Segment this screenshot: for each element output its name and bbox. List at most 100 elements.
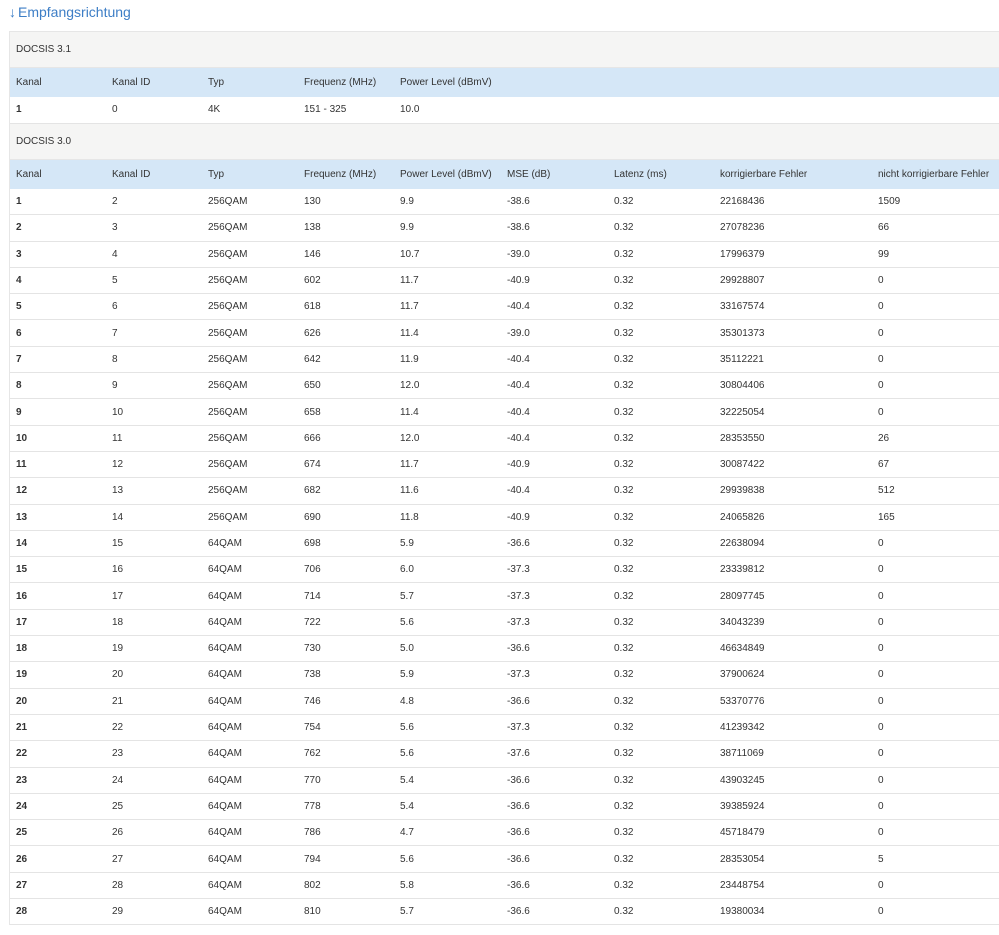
table-cell: 28 xyxy=(112,879,124,891)
table-row: 16 17 64QAM 714 5.7 -37.3 0.32 28097745 0 xyxy=(10,583,999,610)
table-cell: 0 xyxy=(878,827,884,839)
channel-number: 15 xyxy=(16,564,28,576)
table-row: 12 13 256QAM 682 11.6 -40.4 0.32 29939838 512 xyxy=(10,478,999,505)
downstream-section-toggle[interactable]: ↓ Empfangsrichtung xyxy=(9,4,131,20)
table-cell: -38.6 xyxy=(507,195,530,207)
table-cell: 2 xyxy=(112,195,118,207)
table-cell: 151 - 325 xyxy=(304,104,347,116)
table-cell: 99 xyxy=(878,248,890,260)
table-cell: 0.32 xyxy=(614,590,634,602)
docsis31-header-row: Kanal Kanal ID Typ Frequenz (MHz) Power Leve… xyxy=(10,68,999,97)
table-cell: 256QAM xyxy=(208,275,248,287)
table-row: 22 23 64QAM 762 5.6 -37.6 0.32 38711069 0 xyxy=(10,741,999,768)
table-cell: 0 xyxy=(878,301,884,313)
column-header xyxy=(501,68,608,97)
table-cell: 0.32 xyxy=(614,853,634,865)
table-cell: 802 xyxy=(304,879,321,891)
docsis30-header-row: Kanal Kanal ID Typ Frequenz (MHz) Power Leve… xyxy=(10,159,999,189)
table-cell xyxy=(714,97,872,123)
table-cell: 778 xyxy=(304,800,321,812)
table-cell: 256QAM xyxy=(208,380,248,392)
docsis30-table: Kanal Kanal ID Typ Frequenz (MHz) Power Leve… xyxy=(10,159,999,926)
table-cell: 0 xyxy=(878,643,884,655)
channel-number: 1 xyxy=(16,195,22,207)
table-cell: 0 xyxy=(878,590,884,602)
column-header: Typ xyxy=(208,77,225,88)
table-row: 23 24 64QAM 770 5.4 -36.6 0.32 43903245 0 xyxy=(10,767,999,794)
table-cell: 64QAM xyxy=(208,643,242,655)
table-row: 26 27 64QAM 794 5.6 -36.6 0.32 28353054 5 xyxy=(10,846,999,873)
docsis31-table: Kanal Kanal ID Typ Frequenz (MHz) Power Leve… xyxy=(10,68,999,124)
table-cell: 0.32 xyxy=(614,459,634,471)
table-row: 4 5 256QAM 602 11.7 -40.9 0.32 29928807 0 xyxy=(10,267,999,294)
table-cell: 786 xyxy=(304,827,321,839)
table-cell: 698 xyxy=(304,538,321,549)
table-cell: 674 xyxy=(304,459,321,471)
table-cell: 0 xyxy=(878,406,884,418)
channel-number: 5 xyxy=(16,301,22,313)
channel-number: 11 xyxy=(16,459,27,471)
table-cell: 28353054 xyxy=(720,853,765,865)
table-cell: 64QAM xyxy=(208,538,242,549)
table-cell: -40.4 xyxy=(507,353,530,365)
table-cell: 738 xyxy=(304,669,321,681)
table-cell: 23448754 xyxy=(720,879,765,891)
table-cell: 64QAM xyxy=(208,564,242,576)
table-cell: 64QAM xyxy=(208,774,242,786)
table-cell: 0 xyxy=(878,879,884,891)
table-cell: 64QAM xyxy=(208,800,242,812)
table-cell: 11 xyxy=(112,432,123,444)
channel-number: 13 xyxy=(16,511,28,523)
table-cell: 0 xyxy=(878,275,884,287)
table-cell: 0.32 xyxy=(614,432,634,444)
table-cell: 0.32 xyxy=(614,511,634,523)
channel-number: 3 xyxy=(16,248,22,260)
table-cell: 5 xyxy=(112,275,118,287)
channel-number: 19 xyxy=(16,669,28,681)
column-header xyxy=(872,68,999,97)
table-cell: 5.6 xyxy=(400,722,414,734)
table-cell: 8 xyxy=(112,353,118,365)
table-cell: 0 xyxy=(878,353,884,365)
channel-number: 1 xyxy=(16,104,22,116)
table-cell: 0 xyxy=(112,104,118,116)
table-cell: 0 xyxy=(878,669,884,681)
table-row: 6 7 256QAM 626 11.4 -39.0 0.32 35301373 0 xyxy=(10,320,999,347)
table-cell: 4K xyxy=(208,104,221,116)
table-cell: 770 xyxy=(304,774,321,786)
column-header: Power Level (dBmV) xyxy=(400,168,492,180)
table-cell: 26 xyxy=(112,827,124,839)
table-row: 28 29 64QAM 810 5.7 -36.6 0.32 19380034 0 xyxy=(10,899,999,925)
table-cell: 11.4 xyxy=(400,406,419,418)
arrow-down-icon: ↓ xyxy=(9,4,16,20)
table-cell: 256QAM xyxy=(208,485,248,497)
table-cell: 33167574 xyxy=(720,301,765,313)
channel-number: 22 xyxy=(16,748,28,760)
table-cell: -36.6 xyxy=(507,827,530,839)
table-cell: 706 xyxy=(304,564,321,576)
column-header xyxy=(608,68,714,97)
table-cell: -36.6 xyxy=(507,879,530,891)
channel-number: 12 xyxy=(16,485,28,497)
table-row: 7 8 256QAM 642 11.9 -40.4 0.32 35112221 0 xyxy=(10,346,999,373)
table-cell: 29928807 xyxy=(720,275,765,287)
table-cell: 28353550 xyxy=(720,432,765,444)
table-cell: 0.32 xyxy=(614,906,634,918)
table-row: 20 21 64QAM 746 4.8 -36.6 0.32 53370776 0 xyxy=(10,688,999,715)
table-cell: 256QAM xyxy=(208,432,248,444)
table-cell: 19 xyxy=(112,643,124,655)
table-cell: 6 xyxy=(112,301,118,313)
table-cell: 0 xyxy=(878,616,884,628)
channel-number: 9 xyxy=(16,406,22,418)
table-cell: 138 xyxy=(304,222,321,234)
table-cell: -40.9 xyxy=(507,275,530,287)
table-cell: 15 xyxy=(112,538,124,549)
table-cell: -36.6 xyxy=(507,538,530,549)
table-row: 25 26 64QAM 786 4.7 -36.6 0.32 45718479 0 xyxy=(10,820,999,846)
table-cell: -39.0 xyxy=(507,248,530,260)
table-cell: 0 xyxy=(878,906,884,918)
table-cell: 618 xyxy=(304,301,321,313)
table-cell: 130 xyxy=(304,195,321,207)
table-cell: 24 xyxy=(112,774,124,786)
table-cell: 626 xyxy=(304,327,321,339)
